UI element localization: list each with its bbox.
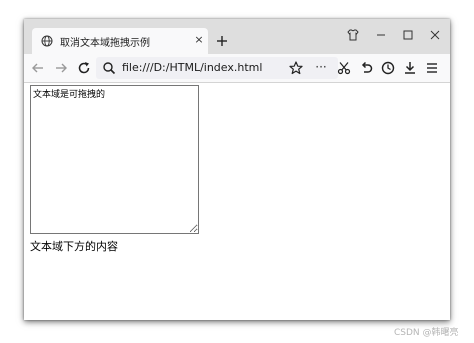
- reload-icon[interactable]: [76, 60, 92, 76]
- browser-tab[interactable]: 取消文本域拖拽示例 ×: [32, 28, 208, 54]
- tab-title: 取消文本域拖拽示例: [60, 38, 150, 49]
- navigation-toolbar: file:///D:/HTML/index.html ···: [24, 54, 450, 83]
- search-icon: [102, 61, 116, 75]
- url-text[interactable]: file:///D:/HTML/index.html: [122, 61, 262, 74]
- browser-window: 取消文本域拖拽示例 × file:///D:/HTML/index.html ·…: [24, 19, 450, 320]
- history-clock-icon[interactable]: [380, 60, 396, 76]
- minimize-icon[interactable]: [373, 27, 389, 43]
- tab-close-icon[interactable]: ×: [192, 33, 206, 47]
- globe-icon: [41, 35, 53, 47]
- menu-icon[interactable]: [424, 60, 440, 76]
- draggable-textarea[interactable]: 文本域是可拖拽的: [30, 85, 199, 234]
- forward-arrow-icon[interactable]: [53, 60, 69, 76]
- back-arrow-icon[interactable]: [30, 60, 46, 76]
- page-actions-more-icon[interactable]: ···: [311, 59, 331, 75]
- content-below-textarea: 文本域下方的内容: [30, 240, 118, 253]
- title-bar: 取消文本域拖拽示例 ×: [24, 19, 450, 54]
- undo-icon[interactable]: [358, 60, 374, 76]
- close-icon[interactable]: [427, 27, 443, 43]
- star-icon[interactable]: [288, 60, 304, 76]
- shirt-icon[interactable]: [345, 27, 361, 43]
- scissors-icon[interactable]: [336, 60, 352, 76]
- download-icon[interactable]: [402, 60, 418, 76]
- address-bar[interactable]: file:///D:/HTML/index.html ···: [96, 57, 338, 79]
- new-tab-plus-icon[interactable]: [214, 33, 230, 49]
- page-content: 文本域是可拖拽的 文本域下方的内容: [24, 83, 450, 320]
- maximize-icon[interactable]: [400, 27, 416, 43]
- watermark: CSDN @韩曙亮: [394, 328, 459, 338]
